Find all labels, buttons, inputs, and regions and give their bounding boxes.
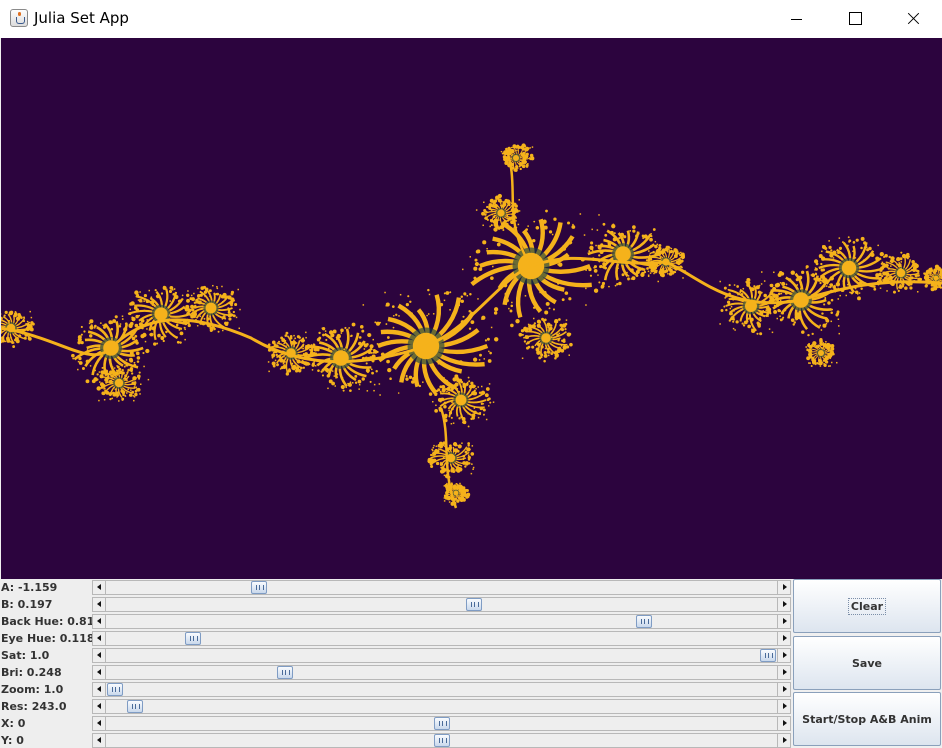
scroll-left-arrow-icon[interactable] — [93, 734, 106, 747]
scroll-right-arrow-icon[interactable] — [777, 666, 790, 679]
scroll-thumb[interactable] — [251, 581, 267, 594]
slider-label: Eye Hue: 0.118 — [1, 632, 95, 645]
slider-scrollbar[interactable] — [92, 614, 791, 629]
scroll-left-arrow-icon[interactable] — [93, 717, 106, 730]
scroll-track[interactable] — [107, 683, 776, 696]
slider-row: Eye Hue: 0.118 — [0, 630, 792, 647]
fractal-cluster — [434, 376, 492, 428]
slider-scrollbar[interactable] — [92, 733, 791, 748]
scroll-left-arrow-icon[interactable] — [93, 683, 106, 696]
scroll-right-arrow-icon[interactable] — [777, 632, 790, 645]
slider-row: Back Hue: 0.812 — [0, 613, 792, 630]
slider-row: A: -1.159 — [0, 579, 792, 596]
slider-label: B: 0.197 — [1, 598, 53, 611]
scroll-right-arrow-icon[interactable] — [777, 717, 790, 730]
save-button-label: Save — [852, 656, 882, 670]
fractal-cluster — [95, 365, 141, 401]
button-panel: Clear Save Start/Stop A&B Anim — [792, 579, 942, 748]
fractal-cluster — [813, 236, 890, 301]
scroll-track[interactable] — [107, 734, 776, 747]
fractal-cluster — [296, 322, 378, 393]
slider-label: Res: 243.0 — [1, 700, 67, 713]
clear-button-label: Clear — [847, 597, 887, 615]
slider-scrollbar[interactable] — [92, 682, 791, 697]
scroll-track[interactable] — [107, 632, 776, 645]
julia-set-canvas[interactable] — [1, 38, 942, 579]
slider-row: Sat: 1.0 — [0, 647, 792, 664]
scroll-track[interactable] — [107, 666, 776, 679]
scroll-left-arrow-icon[interactable] — [93, 598, 106, 611]
scroll-track[interactable] — [107, 717, 776, 730]
slider-scrollbar[interactable] — [92, 665, 791, 680]
slider-label: Y: 0 — [1, 734, 24, 747]
slider-row: Res: 243.0 — [0, 698, 792, 715]
scroll-track[interactable] — [107, 700, 776, 713]
maximize-button[interactable] — [826, 0, 884, 38]
scroll-right-arrow-icon[interactable] — [777, 700, 790, 713]
scroll-right-arrow-icon[interactable] — [777, 649, 790, 662]
scroll-track[interactable] — [107, 581, 776, 594]
slider-row: Bri: 0.248 — [0, 664, 792, 681]
slider-scrollbar[interactable] — [92, 716, 791, 731]
scroll-thumb[interactable] — [636, 615, 652, 628]
scroll-left-arrow-icon[interactable] — [93, 581, 106, 594]
scroll-right-arrow-icon[interactable] — [777, 683, 790, 696]
julia-set-fractal — [1, 143, 942, 509]
scroll-thumb[interactable] — [434, 734, 450, 747]
close-button[interactable] — [884, 0, 942, 38]
slider-row: X: 0 — [0, 715, 792, 732]
slider-row: Zoom: 1.0 — [0, 681, 792, 698]
scroll-left-arrow-icon[interactable] — [93, 649, 106, 662]
scroll-thumb[interactable] — [466, 598, 482, 611]
slider-panel: A: -1.159 B: 0.197 Back Hue: 0.812 Eye Hue:… — [0, 579, 792, 748]
window-title: Julia Set App — [34, 9, 129, 27]
scroll-thumb[interactable] — [107, 683, 123, 696]
slider-scrollbar[interactable] — [92, 580, 791, 595]
java-cup-icon — [10, 9, 28, 27]
fractal-cluster — [923, 264, 942, 292]
fractal-cluster — [878, 251, 923, 294]
slider-label: A: -1.159 — [1, 581, 58, 594]
fractal-cluster — [443, 482, 471, 506]
scroll-left-arrow-icon[interactable] — [93, 615, 106, 628]
slider-scrollbar[interactable] — [92, 597, 791, 612]
save-button[interactable]: Save — [793, 636, 941, 690]
scroll-thumb[interactable] — [127, 700, 143, 713]
scroll-thumb[interactable] — [760, 649, 776, 662]
slider-row: Y: 0 — [0, 732, 792, 748]
scroll-right-arrow-icon[interactable] — [777, 598, 790, 611]
fractal-cluster — [500, 143, 535, 172]
scroll-thumb[interactable] — [185, 632, 201, 645]
slider-scrollbar[interactable] — [92, 699, 791, 714]
fractal-cluster — [580, 222, 668, 288]
slider-label: Sat: 1.0 — [1, 649, 50, 662]
scroll-thumb[interactable] — [277, 666, 293, 679]
scroll-track[interactable] — [107, 598, 776, 611]
slider-scrollbar[interactable] — [92, 648, 791, 663]
scroll-track[interactable] — [107, 615, 776, 628]
start-stop-animation-button[interactable]: Start/Stop A&B Anim — [793, 692, 941, 746]
clear-button[interactable]: Clear — [793, 579, 941, 633]
scroll-left-arrow-icon[interactable] — [93, 700, 106, 713]
scroll-thumb[interactable] — [434, 717, 450, 730]
slider-row: B: 0.197 — [0, 596, 792, 613]
scroll-track[interactable] — [107, 649, 776, 662]
scroll-right-arrow-icon[interactable] — [777, 734, 790, 747]
scroll-right-arrow-icon[interactable] — [777, 615, 790, 628]
fractal-cluster — [427, 441, 475, 479]
slider-label: Bri: 0.248 — [1, 666, 62, 679]
fractal-cluster — [463, 209, 604, 329]
slider-label: Zoom: 1.0 — [1, 683, 64, 696]
slider-label: Back Hue: 0.812 — [1, 615, 102, 628]
title-bar[interactable]: Julia Set App — [0, 0, 942, 38]
slider-scrollbar[interactable] — [92, 631, 791, 646]
scroll-right-arrow-icon[interactable] — [777, 581, 790, 594]
scroll-left-arrow-icon[interactable] — [93, 666, 106, 679]
fractal-cluster — [518, 317, 573, 363]
scroll-left-arrow-icon[interactable] — [93, 632, 106, 645]
start-stop-animation-label: Start/Stop A&B Anim — [802, 712, 932, 726]
slider-label: X: 0 — [1, 717, 26, 730]
fractal-cluster — [121, 285, 197, 346]
minimize-button[interactable] — [768, 0, 826, 38]
